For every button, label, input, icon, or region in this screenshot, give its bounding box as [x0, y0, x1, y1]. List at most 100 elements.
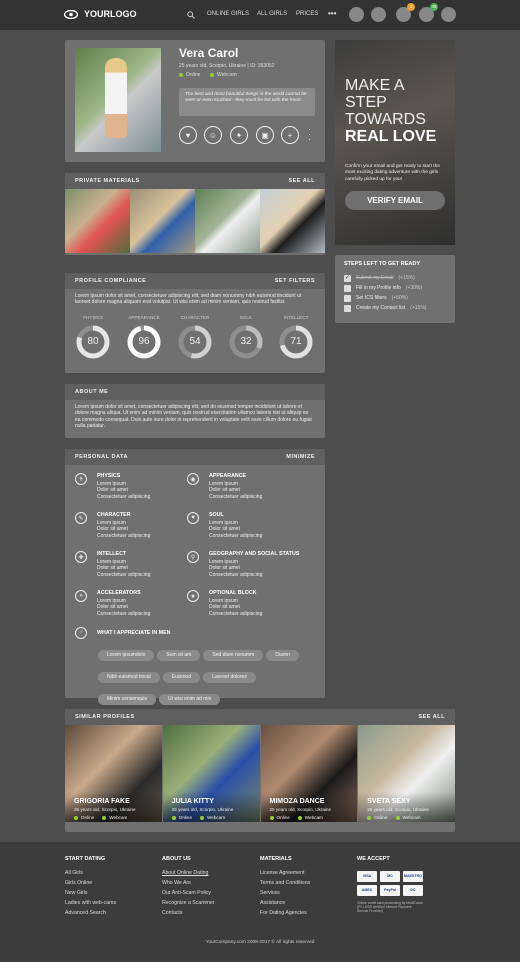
step-item[interactable]: Set ICS filters (+50%) — [344, 293, 446, 303]
logo-text: YOURLOGO — [84, 9, 137, 19]
body-icon: ✝ — [75, 473, 87, 485]
nav-all-girls[interactable]: ALL GIRLS — [257, 11, 287, 17]
footer-link[interactable]: About Online Dating — [162, 868, 214, 878]
twitter-button[interactable]: ✦ — [230, 126, 248, 144]
payment-card-icon: AMEX — [357, 885, 377, 896]
step-label: Fill in my Profile info — [356, 285, 401, 291]
more-options-icon[interactable]: · · · — [308, 125, 311, 144]
add-button[interactable]: + — [281, 126, 299, 144]
footer-link[interactable]: For Dating Agencies — [260, 908, 310, 918]
search-icon[interactable] — [187, 11, 195, 19]
similar-profile-card[interactable]: JULIA KITTY 25 years old, Scorpio, Ukrain… — [162, 725, 260, 822]
private-photo-4[interactable] — [260, 189, 325, 253]
checkbox-icon[interactable] — [344, 304, 351, 312]
payment-card-icon: PayPal — [380, 885, 400, 896]
bell-icon[interactable]: 3 — [396, 3, 415, 22]
compliance-text: Lorem ipsum dolor sit amet, consectetuer… — [75, 293, 302, 306]
credits-icon[interactable]: 48 — [419, 3, 438, 22]
ring-label: APPEARANCE — [128, 314, 160, 320]
footer-link[interactable]: Advanced Search — [65, 908, 116, 918]
appreciate-tag[interactable]: Nibh euismod tincid — [98, 672, 160, 683]
more-menu[interactable]: ••• — [328, 9, 336, 18]
step-item[interactable]: Fill in my Profile info (+30%) — [344, 283, 446, 293]
appreciate-title: WHAT I APPRECIATE IN MEN — [97, 630, 171, 636]
footer-link[interactable]: Our Anti-Scam Policy — [162, 888, 214, 898]
footer-link[interactable]: Assistance — [260, 898, 310, 908]
step-item[interactable]: ✓ Submit my Email (+15%) — [344, 273, 446, 283]
appreciate-tag[interactable]: Sum sit am — [157, 650, 201, 661]
step-bonus: (+15%) — [410, 305, 427, 311]
similar-profile-card[interactable]: SVETA SEXY 25 years old, Scorpio, Ukraine… — [358, 725, 455, 822]
private-photo-2[interactable] — [130, 189, 195, 253]
personal-block-title: CHARACTER — [97, 512, 131, 518]
appreciate-tag[interactable]: Lorem ipsumdolo — [98, 650, 155, 661]
chat-icon[interactable] — [371, 7, 386, 22]
private-photo-3[interactable] — [195, 189, 260, 253]
user-avatar-icon[interactable] — [441, 7, 456, 22]
appreciate-tag[interactable]: Ut wisi enim ad min — [159, 694, 221, 705]
similar-profile-card[interactable]: MIMOZA DANCE 25 years old, Scorpio, Ukrai… — [260, 725, 358, 822]
footer-link[interactable]: Girls Online — [65, 878, 116, 888]
location-icon: ⚲ — [187, 551, 199, 563]
eye-logo-icon — [64, 9, 78, 19]
similar-profiles-card: SIMILAR PROFILES SEE ALL GRIGORIA FAKE 25 … — [65, 709, 455, 832]
footer-link[interactable]: Ladies with web-cams — [65, 898, 116, 908]
wink-button[interactable]: ☺ — [204, 126, 222, 144]
puzzle-icon: ✚ — [75, 551, 87, 563]
appreciate-tag[interactable]: Euismod — [162, 672, 201, 683]
nav-prices[interactable]: PRICES — [296, 11, 318, 17]
payment-card-icon: VISA — [357, 871, 377, 882]
checkbox-icon[interactable] — [344, 294, 351, 302]
payment-card-icon: DC — [403, 885, 423, 896]
similar-status: Online Webcam — [367, 815, 421, 820]
appreciate-tag[interactable]: Sed diam nonumm — [203, 650, 264, 661]
like-button[interactable]: ♥ — [179, 126, 197, 144]
personal-block-title: INTELLECT — [97, 551, 127, 557]
appreciate-tag[interactable]: Minim veniamquis — [98, 694, 157, 705]
verify-email-button[interactable]: VERIFY EMAIL — [345, 191, 445, 210]
similar-header: SIMILAR PROFILES SEE ALL — [65, 709, 455, 725]
similar-name: SVETA SEXY — [367, 798, 411, 805]
see-all-private-link[interactable]: SEE ALL — [288, 178, 315, 184]
footer-link[interactable]: Recognize a Scammer — [162, 898, 214, 908]
appreciate-tag[interactable]: Laoreet dolores — [203, 672, 256, 683]
about-me-card: ABOUT ME Lorem ipsum dolor sit amet, con… — [65, 384, 325, 438]
minimize-link[interactable]: MINIMIZE — [286, 454, 315, 460]
promo-text: Confirm your email and get ready to star… — [345, 164, 440, 182]
ring-value: 32 — [240, 335, 252, 347]
payment-card-icon: MC — [380, 871, 400, 882]
promo-line-2: STEP — [345, 94, 387, 111]
plus-icon: + — [287, 130, 293, 140]
star-icon: ★ — [187, 590, 199, 602]
footer-link[interactable]: Terms and Conditions — [260, 878, 310, 888]
set-filters-link[interactable]: SET FILTERS — [275, 278, 315, 284]
profile-photo[interactable] — [75, 48, 161, 152]
promo-line-1: MAKE A — [345, 77, 405, 94]
personal-block: ✚ INTELLECT Lorem ipsum Dolor sit amet Conse… — [75, 551, 150, 578]
heart-icon: ♥ — [185, 130, 191, 140]
character-icon: ✎ — [75, 512, 87, 524]
ring-label: CHARACTER — [180, 314, 210, 320]
similar-profile-card[interactable]: GRIGORIA FAKE 25 years old, Scorpio, Ukra… — [65, 725, 162, 822]
see-all-similar-link[interactable]: SEE ALL — [418, 714, 445, 720]
footer-link[interactable]: New Girls — [65, 888, 116, 898]
footer-link[interactable]: Services — [260, 888, 310, 898]
similar-name: JULIA KITTY — [171, 798, 214, 805]
appreciate-tag[interactable]: Diamn — [266, 650, 299, 661]
gift-button[interactable]: ▣ — [256, 126, 274, 144]
footer-link[interactable]: Contacts — [162, 908, 214, 918]
similar-status: Online Webcam — [74, 815, 127, 820]
nav-online-girls[interactable]: ONLINE GIRLS — [207, 11, 249, 17]
payment-card-icon: MAESTRO — [403, 871, 423, 882]
logo[interactable]: YOURLOGO — [64, 9, 137, 19]
profile-figure — [105, 58, 127, 138]
step-item[interactable]: Create my Contact list (+15%) — [344, 303, 446, 313]
footer-link[interactable]: License Agreement — [260, 868, 310, 878]
footer-link[interactable]: Who We Are — [162, 878, 214, 888]
private-photo-1[interactable] — [65, 189, 130, 253]
checkbox-icon[interactable] — [344, 284, 351, 292]
personal-block: ✝ PHYSICS Lorem ipsum Dolor sit amet Consect… — [75, 473, 150, 500]
bird-icon[interactable] — [349, 7, 364, 22]
checked-checkbox-icon[interactable]: ✓ — [344, 274, 351, 282]
footer-link[interactable]: All Girls — [65, 868, 116, 878]
